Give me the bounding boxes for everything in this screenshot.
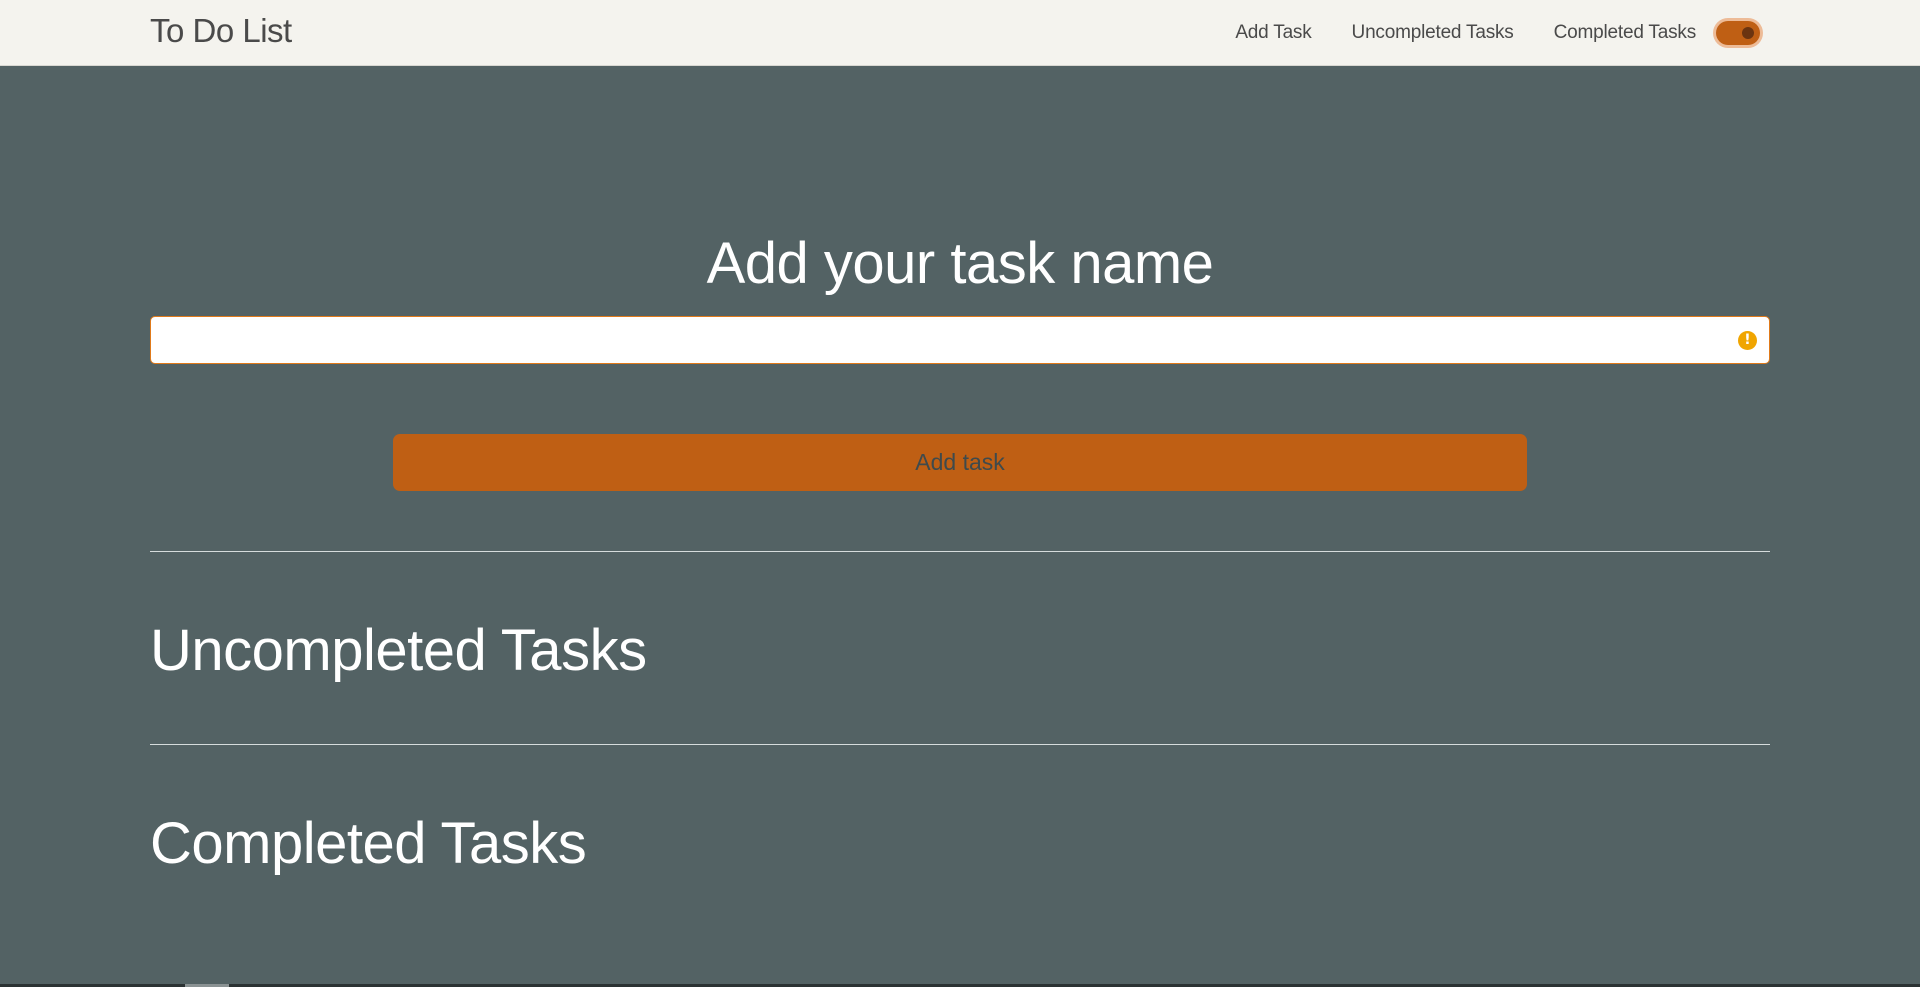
- brand-title[interactable]: To Do List: [150, 12, 292, 50]
- section-divider: [150, 744, 1770, 745]
- add-task-heading: Add your task name: [706, 231, 1214, 296]
- nav-link-completed-tasks[interactable]: Completed Tasks: [1554, 22, 1697, 44]
- nav-link-add-task[interactable]: Add Task: [1235, 22, 1311, 44]
- nav-link-uncompleted-tasks[interactable]: Uncompleted Tasks: [1352, 22, 1514, 44]
- completed-tasks-heading: Completed Tasks: [150, 811, 587, 876]
- section-divider: [150, 551, 1770, 552]
- task-input-wrapper: !: [150, 316, 1770, 364]
- toggle-knob: [1742, 27, 1754, 39]
- uncompleted-tasks-heading: Uncompleted Tasks: [150, 618, 647, 683]
- theme-toggle[interactable]: [1716, 21, 1760, 45]
- exclamation-circle-icon: !: [1738, 331, 1757, 350]
- task-name-input[interactable]: [151, 317, 1769, 363]
- nav-links: Add Task Uncompleted Tasks Completed Tas…: [1235, 0, 1760, 66]
- add-task-button[interactable]: Add task: [393, 434, 1527, 491]
- navbar: To Do List Add Task Uncompleted Tasks Co…: [0, 0, 1920, 66]
